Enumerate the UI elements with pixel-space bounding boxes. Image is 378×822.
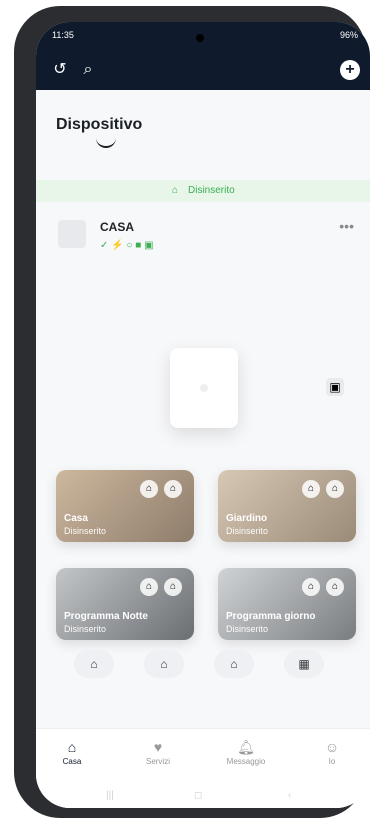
- bell-icon: 🔔︎: [237, 739, 255, 755]
- device-row[interactable]: CASA ✓ ⚡ ○ ■ ▣ •••: [36, 210, 370, 270]
- card-subtitle: Disinserito: [226, 526, 269, 536]
- arm-icon[interactable]: ⌂: [140, 480, 158, 498]
- nav-label: Messaggio: [226, 757, 266, 766]
- card-name: Programma giorno: [226, 611, 316, 622]
- title-underline: [96, 136, 116, 148]
- card-subtitle: Disinserito: [226, 624, 269, 634]
- card-subtitle: Disinserito: [64, 624, 107, 634]
- indicator-wifi-icon: ○: [126, 240, 133, 251]
- recent-apps-icon[interactable]: |||: [106, 790, 114, 801]
- top-bar: 11:35 96% ↺ ⌕ +: [36, 22, 370, 90]
- scene-card-giardino[interactable]: ⌂ ⌂ Giardino Disinserito: [218, 470, 356, 542]
- home-icon[interactable]: ⌂: [326, 578, 344, 596]
- home-alt-icon[interactable]: ⌂: [214, 650, 254, 678]
- device-thumbnail: [58, 220, 86, 248]
- card-subtitle: Disinserito: [64, 526, 107, 536]
- home-icon[interactable]: ⌂: [164, 480, 182, 498]
- status-signals: 96%: [339, 30, 358, 40]
- front-camera: [196, 34, 204, 42]
- arm-icon[interactable]: ⌂: [302, 578, 320, 596]
- home-status-icon: ⌂: [172, 185, 179, 196]
- status-time: 11:35: [52, 30, 74, 40]
- screen: 11:35 96% ↺ ⌕ + Dispositivo ⌂ Disinserit…: [36, 22, 370, 808]
- status-bar: 11:35 96%: [36, 30, 370, 46]
- heart-icon: ♥: [153, 739, 163, 755]
- system-nav-bar: ||| ◻ ‹: [36, 786, 370, 806]
- nav-item-casa[interactable]: ⌂ Casa: [42, 739, 102, 766]
- device-name: CASA: [100, 220, 135, 234]
- home-icon[interactable]: ⌂: [164, 578, 182, 596]
- card-name: Casa: [64, 513, 88, 524]
- arm-icon[interactable]: ⌂: [302, 480, 320, 498]
- scene-card-casa[interactable]: ⌂ ⌂ Casa Disinserito: [56, 470, 194, 542]
- home-arm-icon[interactable]: ⌂: [74, 650, 114, 678]
- panel-indicator: [200, 384, 208, 392]
- nav-label: Casa: [62, 757, 82, 766]
- indicator-panel-icon: ▣: [144, 240, 154, 251]
- scene-card-giorno[interactable]: ⌂ ⌂ Programma giorno Disinserito: [218, 568, 356, 640]
- plus-icon[interactable]: +: [340, 60, 360, 80]
- nav-item-io[interactable]: ☺ Io: [302, 739, 362, 766]
- nav-item-messaggio[interactable]: 🔔︎ Messaggio: [216, 739, 276, 766]
- home-icon[interactable]: ⌂: [144, 650, 184, 678]
- indicator-ok-icon: ✓: [100, 240, 109, 251]
- nav-item-servizi[interactable]: ♥ Servizi: [128, 739, 188, 766]
- building-icon[interactable]: ▦: [284, 650, 324, 678]
- search-icon[interactable]: ⌕: [78, 60, 98, 80]
- arm-icon[interactable]: ⌂: [140, 578, 158, 596]
- card-name: Programma Notte: [64, 611, 148, 622]
- card-name: Giardino: [226, 513, 268, 524]
- home-button-icon[interactable]: ◻: [194, 790, 202, 801]
- status-band: ⌂ Disinserito: [36, 180, 370, 202]
- indicator-power-icon: ⚡: [111, 240, 124, 251]
- user-icon: ☺: [324, 739, 340, 755]
- indicator-battery-icon: ■: [135, 240, 142, 251]
- phone-frame: 11:35 96% ↺ ⌕ + Dispositivo ⌂ Disinserit…: [14, 6, 370, 818]
- more-options-icon[interactable]: •••: [339, 218, 354, 234]
- device-indicators: ✓ ⚡ ○ ■ ▣: [100, 240, 154, 251]
- nav-label: Servizi: [145, 757, 170, 766]
- mode-controls: ⌂ ⌂ ⌂ ▦: [74, 650, 334, 690]
- status-label: Disinserito: [188, 185, 235, 196]
- history-icon[interactable]: ↺: [50, 60, 70, 80]
- alarm-panel-image: [170, 348, 238, 428]
- home-icon[interactable]: ⌂: [326, 480, 344, 498]
- scene-card-notte[interactable]: ⌂ ⌂ Programma Notte Disinserito: [56, 568, 194, 640]
- main-content: Dispositivo ⌂ Disinserito CASA ✓ ⚡ ○ ■ ▣…: [36, 90, 370, 808]
- home-icon: ⌂: [67, 739, 77, 755]
- back-button-icon[interactable]: ‹: [288, 790, 291, 801]
- nav-label: Io: [328, 757, 336, 766]
- lock-icon[interactable]: ▣: [326, 378, 344, 396]
- page-title: Dispositivo: [56, 116, 143, 133]
